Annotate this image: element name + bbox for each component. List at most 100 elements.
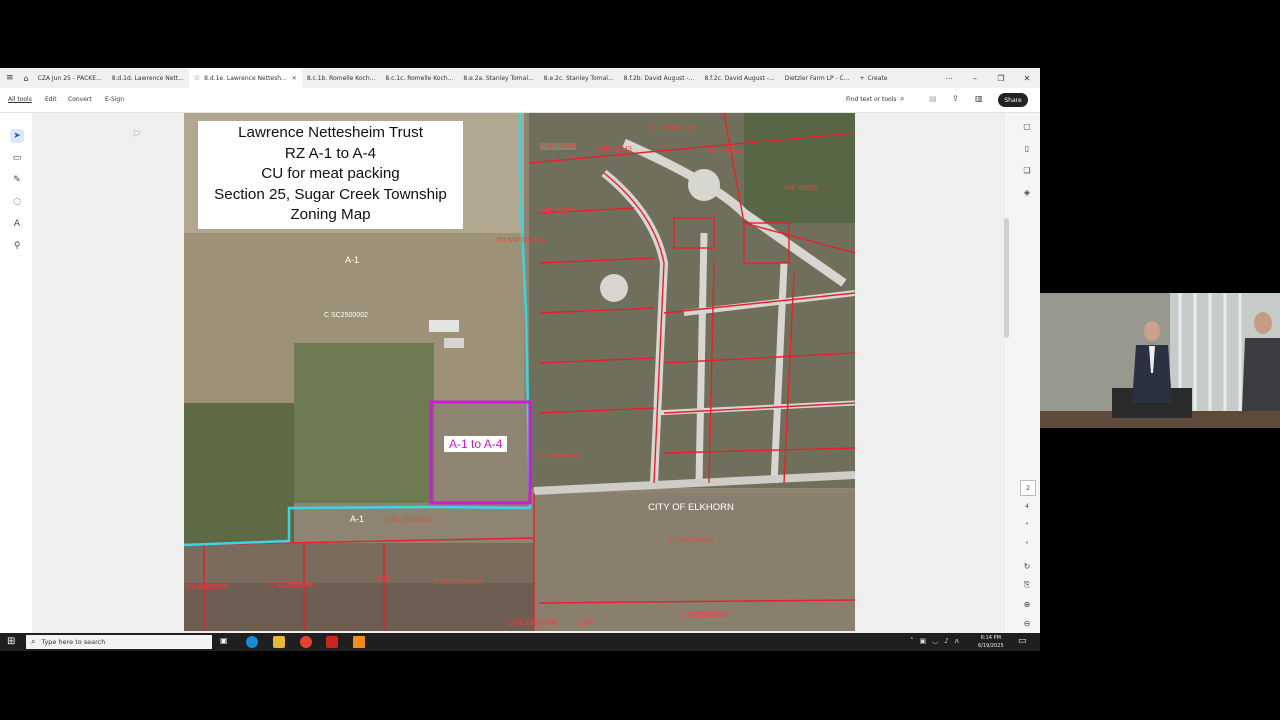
current-page-number[interactable]: 2	[1020, 480, 1036, 496]
parcel-label: C SC2500008C	[434, 579, 484, 586]
notification-icon[interactable]: ▭	[1018, 636, 1027, 646]
esign-button[interactable]: E-Sign	[105, 96, 124, 103]
star-icon[interactable]: ☆	[194, 74, 200, 82]
taskbar-search-box[interactable]: ⌕ Type here to search	[26, 635, 212, 649]
all-tools-button[interactable]: All tools	[8, 96, 32, 103]
tab-6[interactable]: 8.e.2c. Stanley Tomal...	[539, 68, 619, 88]
print-icon[interactable]: ▥	[975, 94, 983, 103]
tab-8[interactable]: 8.f.2c. David August -...	[699, 68, 779, 88]
clock-date: 6/19/2025	[978, 643, 1004, 649]
convert-button[interactable]: Convert	[68, 96, 92, 103]
tab-0[interactable]: CZA Jun 25 - PACKE...	[33, 68, 107, 88]
chevron-down-icon[interactable]: ˅	[1020, 538, 1034, 552]
parcel-label: YU NW 00241A	[496, 237, 546, 244]
edge-browser-icon[interactable]	[246, 636, 258, 648]
refresh-icon[interactable]: ↻	[1020, 559, 1034, 573]
clock-time: 6:14 PM	[980, 635, 1001, 641]
close-window-icon[interactable]: ✕	[1014, 74, 1040, 83]
share-button[interactable]: Share	[998, 93, 1028, 107]
text-box-icon[interactable]: A	[10, 217, 24, 231]
parcel-label: C SC2500012B	[647, 125, 696, 132]
windows-start-icon[interactable]: ⊞	[7, 636, 18, 647]
home-icon[interactable]: ⌂	[20, 68, 33, 88]
search-icon[interactable]: ⌕	[900, 94, 904, 104]
search-icon: ⌕	[31, 637, 36, 646]
tab-label: 8.f.2b. David August -...	[623, 74, 695, 82]
parcel-label: CAP	[376, 576, 391, 583]
system-tray-icons[interactable]: ˄▣◡♪ʌ	[910, 637, 965, 645]
taskbar-search-placeholder: Type here to search	[41, 638, 106, 646]
maximize-icon[interactable]: ❐	[988, 74, 1014, 83]
file-explorer-icon[interactable]	[273, 636, 285, 648]
tab-label: 8.f.2c. David August -...	[704, 74, 775, 82]
zoom-in-icon[interactable]: ⊕	[1020, 597, 1034, 611]
tab-1[interactable]: 8.d.1d. Lawrence Nett...	[107, 68, 189, 88]
close-icon[interactable]: ✕	[292, 75, 297, 82]
tab-label: 8.c.1c. Romelle Koch...	[385, 74, 454, 82]
toolbar: All tools Edit Convert E-Sign Find text …	[0, 88, 1040, 113]
vlc-icon[interactable]	[353, 636, 365, 648]
tab-7[interactable]: 8.f.2b. David August -...	[619, 68, 700, 88]
edit-button[interactable]: Edit	[45, 96, 57, 103]
title-line-2: RZ A-1 to A-4	[284, 144, 377, 162]
parcel-label: YHE 00059	[782, 185, 818, 192]
zoning-map: Lawrence Nettesheim Trust RZ A-1 to A-4 …	[184, 113, 855, 631]
tab-label: 8.d.1d. Lawrence Nett...	[111, 74, 184, 82]
menu-icon[interactable]: ≡	[0, 68, 20, 88]
tab-label: Dietzler Farm LP - C...	[784, 74, 850, 82]
tab-2[interactable]: ☆ 8.d.1e. Lawrence Nettesh... ✕	[188, 68, 302, 88]
subject-parcel-label: A-1 to A-4	[444, 436, 508, 452]
tab-4[interactable]: 8.c.1c. Romelle Koch...	[380, 68, 458, 88]
title-line-3: CU for meat packing	[261, 165, 400, 182]
parcel-label: YHE 00044	[707, 149, 743, 156]
pen-icon[interactable]: ✎	[10, 173, 24, 187]
parcel-label: YHE 00058	[540, 143, 576, 150]
tab-label: 8.e.2a. Stanley Tomal...	[463, 74, 534, 82]
more-icon[interactable]: ⋯	[936, 74, 962, 83]
upload-icon[interactable]: ⇪	[952, 94, 959, 103]
tab-label: CZA Jun 25 - PACKE...	[37, 74, 102, 82]
lasso-icon[interactable]: ◌	[10, 195, 24, 209]
parcel-label: C SC2500008	[269, 582, 313, 589]
left-tool-rail: ➤ ▭ ✎ ◌ A ⚲	[0, 113, 32, 633]
tab-label: 8.d.1e. Lawrence Nettesh...	[204, 74, 287, 82]
fit-page-icon[interactable]: ⎘	[1020, 578, 1034, 592]
taskbar-clock[interactable]: 6:14 PM 6/19/2025	[978, 634, 1004, 650]
ai-assistant-icon[interactable]: ▤	[929, 94, 937, 103]
comment-icon[interactable]: ▭	[10, 151, 24, 165]
parcel-label: C SC2500002A	[384, 517, 433, 524]
pages-icon[interactable]: ❏	[1020, 163, 1034, 177]
tab-5[interactable]: 8.e.2a. Stanley Tomal...	[458, 68, 538, 88]
create-tab-button[interactable]: + Create	[854, 68, 892, 88]
tab-3[interactable]: 8.c.1b. Romelle Koch...	[302, 68, 381, 88]
zone-label-a1-south: A-1	[350, 514, 365, 524]
minimize-icon[interactable]: –	[962, 74, 988, 83]
parcel-label: YU NW 00243	[668, 537, 713, 544]
vertical-scrollbar[interactable]	[1004, 218, 1009, 338]
chevron-up-icon[interactable]: ˄	[1020, 519, 1034, 533]
find-tools-input[interactable]: Find text or tools	[846, 96, 896, 103]
parcel-label: C SC2500007B	[508, 620, 557, 627]
chrome-browser-icon[interactable]	[300, 636, 312, 648]
tab-9[interactable]: Dietzler Farm LP - C...	[780, 68, 855, 88]
parcel-label: C SC2500002	[324, 312, 368, 319]
tab-bar: ≡ ⌂ CZA Jun 25 - PACKE... 8.d.1d. Lawren…	[0, 68, 1040, 88]
layers-icon[interactable]: ◈	[1020, 185, 1034, 199]
plus-icon: +	[859, 74, 865, 82]
task-view-icon[interactable]: ▣	[220, 636, 232, 648]
parcel-label: YHE 00057	[538, 208, 574, 215]
acrobat-icon[interactable]	[326, 636, 338, 648]
mouse-cursor-icon: ➤	[133, 129, 141, 139]
meeting-video-feed	[1040, 293, 1280, 428]
stamp-icon[interactable]: ⚲	[10, 239, 24, 253]
title-line-4: Section 25, Sugar Creek Township	[214, 185, 447, 203]
parcel-label: CAP	[579, 620, 594, 627]
windows-taskbar: ⊞ ⌕ Type here to search ▣ ˄▣◡♪ʌ 6:14 PM …	[0, 633, 1040, 651]
map-title-box: Lawrence Nettesheim Trust RZ A-1 to A-4 …	[198, 121, 463, 229]
select-arrow-icon[interactable]: ➤	[10, 129, 24, 143]
zone-label-a1: A-1	[345, 255, 360, 265]
zoom-out-icon[interactable]: ⊖	[1020, 616, 1034, 630]
bookmark-icon[interactable]: ▯	[1020, 141, 1034, 155]
comments-panel-icon[interactable]: ▢	[1020, 119, 1034, 133]
create-label: Create	[867, 74, 888, 82]
